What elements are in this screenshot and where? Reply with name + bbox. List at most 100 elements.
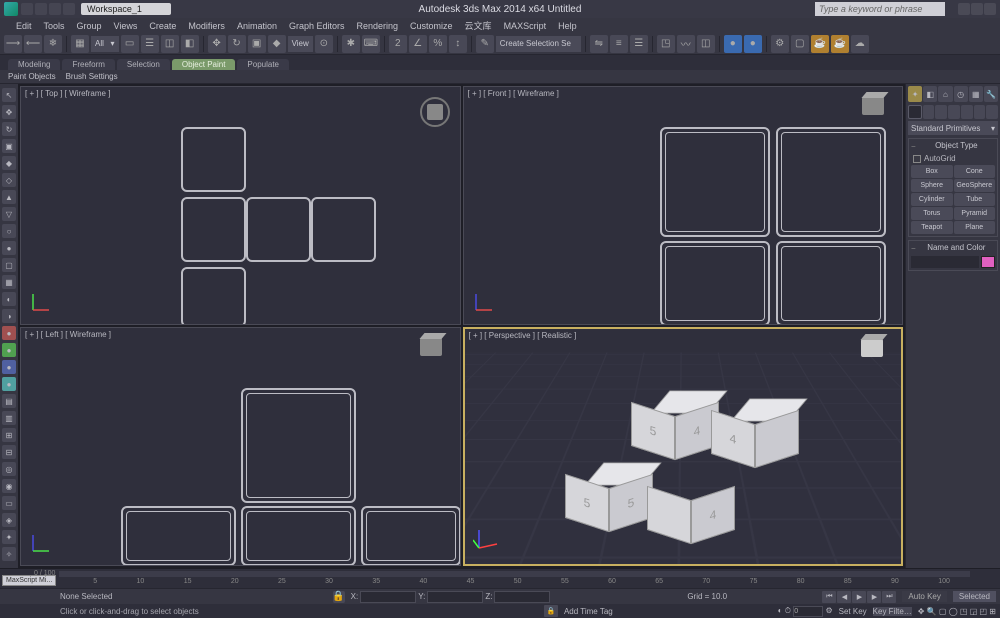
lt-tool-icon[interactable]: ▦ <box>2 275 16 289</box>
use-pivot-icon[interactable]: ⊙ <box>315 35 333 53</box>
orbit-icon[interactable]: ◯ <box>949 607 958 616</box>
key-mode-icon[interactable]: ◐ <box>778 606 783 615</box>
close-icon[interactable] <box>984 3 996 15</box>
prim-tube-button[interactable]: Tube <box>954 193 996 206</box>
render-iterative-icon[interactable]: ☕ <box>831 35 849 53</box>
selection-filter-dropdown[interactable]: All ▾ <box>91 36 119 52</box>
scale-icon[interactable]: ▣ <box>248 35 266 53</box>
lt-green-icon[interactable]: ● <box>2 343 16 357</box>
zoom-icon[interactable]: 🔍 <box>927 607 937 616</box>
lt-cyan-icon[interactable]: ● <box>2 377 16 391</box>
placement-icon[interactable]: ◆ <box>268 35 286 53</box>
lt-blue-icon[interactable]: ● <box>2 360 16 374</box>
viewport-top[interactable]: [ + ] [ Top ] [ Wireframe ] <box>20 86 461 325</box>
render-in-cloud-icon[interactable]: ☁ <box>851 35 869 53</box>
prim-box-button[interactable]: Box <box>911 165 953 178</box>
lt-tool-icon[interactable]: ▭ <box>2 496 16 510</box>
tab-freeform[interactable]: Freeform <box>62 59 114 70</box>
menu-cloudlib[interactable]: 云文库 <box>459 19 498 32</box>
viewcube-icon[interactable] <box>420 338 446 364</box>
utilities-tab-icon[interactable]: 🔧 <box>984 86 998 102</box>
tab-object-paint[interactable]: Object Paint <box>172 59 236 70</box>
menu-create[interactable]: Create <box>143 21 182 31</box>
viewport-label[interactable]: [ + ] [ Front ] [ Wireframe ] <box>468 89 559 98</box>
menu-rendering[interactable]: Rendering <box>351 21 405 31</box>
current-frame-input[interactable] <box>793 606 823 617</box>
layers-icon[interactable]: ☰ <box>630 35 648 53</box>
menu-animation[interactable]: Animation <box>231 21 283 31</box>
tab-selection[interactable]: Selection <box>117 59 170 70</box>
menu-modifiers[interactable]: Modifiers <box>182 21 231 31</box>
help-search-input[interactable] <box>815 2 945 16</box>
coord-z-input[interactable] <box>494 591 550 603</box>
render-production-icon[interactable]: ☕ <box>811 35 829 53</box>
lt-select-icon[interactable]: ↖ <box>2 88 16 102</box>
curve-editor-icon[interactable]: 〰 <box>677 35 695 53</box>
select-region-icon[interactable]: ◫ <box>161 35 179 53</box>
prim-plane-button[interactable]: Plane <box>954 221 996 234</box>
prim-cone-button[interactable]: Cone <box>954 165 996 178</box>
snap-angle-icon[interactable]: ∠ <box>409 35 427 53</box>
play-icon[interactable]: ▶ <box>852 591 866 603</box>
viewport-label[interactable]: [ + ] [ Left ] [ Wireframe ] <box>25 330 111 339</box>
object-color-swatch[interactable] <box>981 256 995 268</box>
time-slider[interactable]: 0 / 100 <box>0 568 1000 578</box>
motion-tab-icon[interactable]: ◷ <box>954 86 968 102</box>
key-selected-button[interactable]: Selected <box>953 591 996 602</box>
lt-tool-icon[interactable]: ◆ <box>2 156 16 170</box>
key-filters-button[interactable]: Key Filte… <box>873 607 912 616</box>
qat-button[interactable] <box>63 3 75 15</box>
menu-help[interactable]: Help <box>552 21 583 31</box>
time-slider-track[interactable] <box>59 571 970 577</box>
snap-percent-icon[interactable]: % <box>429 35 447 53</box>
redo-icon[interactable] <box>49 3 61 15</box>
nav-icon[interactable]: ◳ <box>960 607 968 616</box>
window-crossing-icon[interactable]: ◧ <box>181 35 199 53</box>
lt-tool-icon[interactable]: ⊞ <box>2 428 16 442</box>
maxscript-listener[interactable]: MaxScript Mi... <box>2 575 56 586</box>
zoom-ext-icon[interactable]: ▢ <box>939 607 947 616</box>
helpers-icon[interactable] <box>961 105 973 119</box>
coord-lock-icon[interactable]: 🔒 <box>333 591 345 603</box>
menu-edit[interactable]: Edit <box>10 21 38 31</box>
graphite-icon[interactable]: ◳ <box>657 35 675 53</box>
align-icon[interactable]: ≡ <box>610 35 628 53</box>
slate-editor-icon[interactable]: ● <box>744 35 762 53</box>
schematic-view-icon[interactable]: ◫ <box>697 35 715 53</box>
time-config-icon[interactable]: ⚙ <box>825 606 832 615</box>
edit-named-sel-icon[interactable]: ✎ <box>476 35 494 53</box>
prev-frame-icon[interactable]: ◀ <box>837 591 851 603</box>
material-editor-icon[interactable]: ● <box>724 35 742 53</box>
prim-cylinder-button[interactable]: Cylinder <box>911 193 953 206</box>
keyboard-shortcut-icon[interactable]: ⌨ <box>362 35 380 53</box>
lt-tool-icon[interactable]: ○ <box>2 224 16 238</box>
viewport-front[interactable]: [ + ] [ Front ] [ Wireframe ] <box>463 86 904 325</box>
lt-tool-icon[interactable]: ◐ <box>2 292 16 306</box>
subtab-brush-settings[interactable]: Brush Settings <box>66 72 118 81</box>
maximize-icon[interactable] <box>971 3 983 15</box>
time-config-icon[interactable]: ⏱ <box>785 606 791 615</box>
lt-tool-icon[interactable]: ◉ <box>2 479 16 493</box>
nav-icon[interactable]: ◰ <box>980 607 988 616</box>
create-tab-icon[interactable]: ✦ <box>908 86 922 102</box>
lt-tool-icon[interactable]: ▢ <box>2 258 16 272</box>
geometry-icon[interactable] <box>908 105 922 119</box>
time-ruler[interactable]: 0 5 10 15 20 25 30 35 40 45 50 55 60 65 … <box>0 578 1000 588</box>
lt-tool-icon[interactable]: ◈ <box>2 513 16 527</box>
prim-geosphere-button[interactable]: GeoSphere <box>954 179 996 192</box>
select-object-icon[interactable]: ▭ <box>121 35 139 53</box>
prim-sphere-button[interactable]: Sphere <box>911 179 953 192</box>
auto-key-button[interactable]: Auto Key <box>902 591 946 602</box>
named-selection-dropdown[interactable]: Create Selection Se <box>496 36 581 52</box>
tab-modeling[interactable]: Modeling <box>8 59 60 70</box>
lt-tool-icon[interactable]: ◇ <box>2 173 16 187</box>
pan-icon[interactable]: ✥ <box>918 607 925 616</box>
tab-populate[interactable]: Populate <box>237 59 289 70</box>
viewport-perspective[interactable]: [ + ] [ Perspective ] [ Realistic ] 5 4 … <box>463 327 904 566</box>
lt-tool-icon[interactable]: ◑ <box>2 309 16 323</box>
move-icon[interactable]: ✥ <box>208 35 226 53</box>
systems-icon[interactable] <box>986 105 998 119</box>
cameras-icon[interactable] <box>948 105 960 119</box>
rollout-header[interactable]: Object Type <box>918 141 995 152</box>
nav-icon[interactable]: ◲ <box>970 607 978 616</box>
